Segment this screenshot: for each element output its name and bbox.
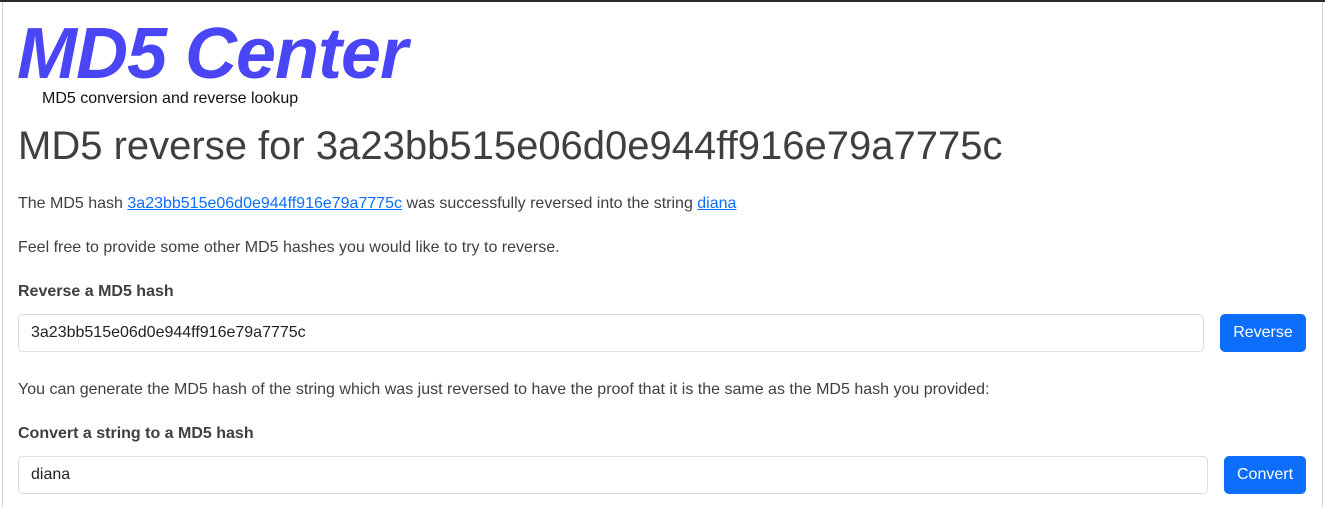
convert-button[interactable]: Convert: [1224, 456, 1306, 494]
reverse-button[interactable]: Reverse: [1220, 314, 1306, 352]
result-message: The MD5 hash 3a23bb515e06d0e944ff916e79a…: [18, 194, 736, 214]
hash-input[interactable]: [18, 314, 1204, 352]
convert-form-label: Convert a string to a MD5 hash: [18, 425, 254, 442]
proof-text: You can generate the MD5 hash of the str…: [18, 381, 990, 398]
site-logo[interactable]: MD5 Center: [17, 14, 408, 94]
string-input[interactable]: [18, 456, 1208, 494]
reversed-string-link[interactable]: diana: [697, 195, 736, 212]
site-tagline: MD5 conversion and reverse lookup: [42, 90, 299, 107]
result-prefix: The MD5 hash: [18, 195, 128, 212]
reverse-form-label: Reverse a MD5 hash: [18, 283, 174, 300]
invite-text: Feel free to provide some other MD5 hash…: [18, 239, 560, 256]
page-title: MD5 reverse for 3a23bb515e06d0e944ff916e…: [18, 124, 1003, 168]
result-middle: was successfully reversed into the strin…: [402, 195, 698, 212]
hash-link[interactable]: 3a23bb515e06d0e944ff916e79a7775c: [127, 195, 402, 212]
